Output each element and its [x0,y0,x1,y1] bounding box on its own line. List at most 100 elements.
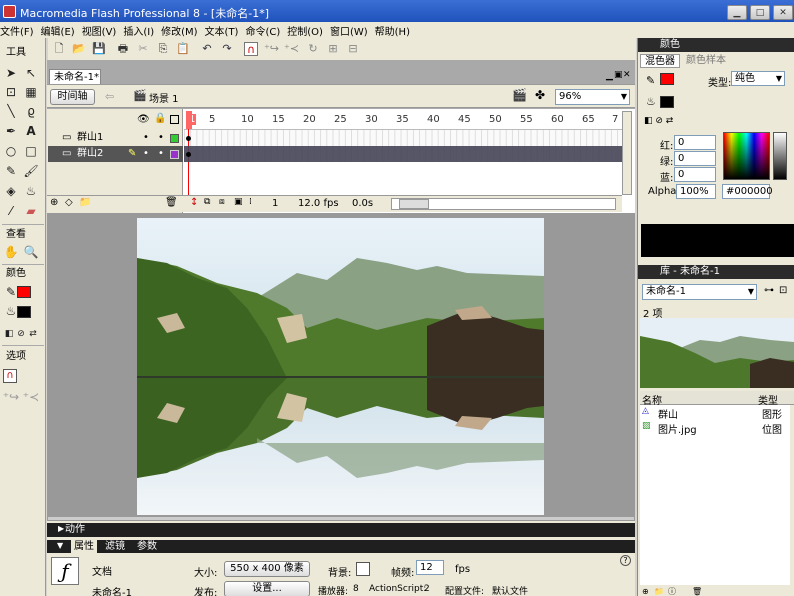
ink-bottle-icon[interactable]: ◈ [2,182,20,200]
lasso-tool-icon[interactable]: ϱ [22,102,40,120]
new-file-icon[interactable]: 🗋 [52,42,66,56]
tab-parameters[interactable]: 参数 [137,540,157,553]
document-tab[interactable]: 未命名-1* [49,69,101,85]
lock-icon[interactable]: 🔒 [154,113,166,124]
green-input[interactable]: 0 [674,151,716,166]
center-frame-icon[interactable]: ↕ [190,197,198,208]
size-button[interactable]: 550 x 400 像素 [224,561,310,577]
menu-edit[interactable]: 编辑(E) [41,23,82,38]
onion-skin-icon[interactable]: ⧉ [204,197,210,207]
menu-commands[interactable]: 命令(C) [245,23,287,38]
menu-window[interactable]: 窗口(W) [330,23,375,38]
brightness-slider[interactable] [773,132,787,180]
pin-library-icon[interactable]: ⊡ [779,285,787,296]
tab-color-mixer[interactable]: 混色器 [640,54,680,68]
edit-multiple-icon[interactable]: ▣ [234,197,243,207]
playhead-marker[interactable] [186,111,192,129]
add-folder-icon[interactable]: 📁 [79,197,91,208]
text-tool-icon[interactable]: A [22,122,40,140]
menu-insert[interactable]: 插入(I) [123,23,161,38]
new-folder-icon[interactable]: 📁 [654,587,664,596]
blue-input[interactable]: 0 [674,167,716,182]
fill-color-swatch[interactable] [17,306,31,318]
print-icon[interactable]: 🖶 [116,42,130,56]
close-button[interactable]: ✕ [773,5,793,20]
layer-row[interactable]: ▭ 群山1 • • [48,130,183,146]
scale-icon[interactable]: ⊞ [326,42,340,56]
back-arrow-icon[interactable]: ⇦ [105,90,114,103]
open-file-icon[interactable]: 📂 [72,42,86,56]
maximize-button[interactable]: □ [750,5,770,20]
menu-text[interactable]: 文本(T) [205,23,246,38]
add-layer-icon[interactable]: ⊕ [50,197,58,208]
library-document-select[interactable]: 未命名-1 ▼ [642,284,757,300]
properties-icon[interactable]: ⓘ [668,587,676,596]
cut-icon[interactable]: ✂ [136,42,150,56]
subselection-tool-icon[interactable]: ↖ [22,64,40,82]
library-item[interactable]: ▨ 图片.jpg 位图 [640,420,790,436]
menu-control[interactable]: 控制(O) [287,23,330,38]
color-spectrum[interactable] [723,132,770,180]
smooth-icon[interactable]: ⁺↪ [2,388,20,406]
color-panel-header[interactable]: 颜色 [638,38,794,52]
pen-tool-icon[interactable]: ✒ [2,122,20,140]
brush-tool-icon[interactable]: 🖌 [22,162,40,180]
paint-bucket-icon[interactable]: ♨ [22,182,40,200]
tab-properties[interactable]: 属性 [71,540,97,553]
onion-markers-icon[interactable]: ⁞ [249,197,252,207]
timeline-toggle-button[interactable]: 时间轴 [50,89,95,105]
doc-close-icon[interactable]: ✕ [623,70,631,80]
paste-icon[interactable]: 📋 [176,42,190,56]
lock-dot[interactable]: • [158,146,164,162]
zoom-tool-icon[interactable]: 🔍 [22,243,40,261]
menu-view[interactable]: 视图(V) [82,23,124,38]
selection-tool-icon[interactable]: ➤ [2,64,20,82]
stroke-color-swatch[interactable] [17,286,31,298]
alpha-input[interactable]: 100% [676,184,716,199]
fill-transform-icon[interactable]: ▦ [22,83,40,101]
eye-icon[interactable]: 👁 [137,114,150,125]
mixer-bw-icon[interactable]: ◧ ⊘ ⇄ [644,116,673,126]
snap-icon[interactable]: ∩ [244,42,258,56]
lock-dot[interactable]: • [158,130,164,146]
redo-icon[interactable]: ↷ [220,42,234,56]
library-item[interactable]: ◬ 群山 图形 [640,405,790,421]
rectangle-tool-icon[interactable]: □ [22,142,40,160]
tab-filters[interactable]: 滤镜 [105,540,125,553]
visible-dot[interactable]: • [143,130,149,146]
mixer-fill-swatch[interactable] [660,96,674,108]
delete-icon[interactable]: 🗑 [692,587,702,596]
line-tool-icon[interactable]: ╲ [2,102,20,120]
doc-restore-icon[interactable]: ▣ [614,70,623,80]
layer-color-swatch[interactable] [170,134,179,143]
menu-file[interactable]: 文件(F) [0,23,41,38]
eraser-icon[interactable]: ▰ [22,202,40,220]
stage-canvas[interactable] [137,218,544,515]
onion-outline-icon[interactable]: ⧈ [219,197,225,207]
undo-icon[interactable]: ↶ [200,42,214,56]
oval-tool-icon[interactable]: ○ [2,142,20,160]
snap-magnet-icon[interactable]: ∩ [3,369,17,383]
doc-minimize-icon[interactable]: ▁ [606,71,613,81]
mixer-stroke-swatch[interactable] [660,73,674,85]
new-symbol-icon[interactable]: ⊕ [642,587,649,596]
tab-color-swatches[interactable]: 颜色样本 [682,54,730,68]
scroll-thumb[interactable] [399,199,429,209]
library-panel-header[interactable]: 库 - 未命名-1 [638,265,794,279]
actions-panel-header[interactable]: 动作 [47,523,635,537]
outline-icon[interactable] [170,115,179,124]
free-transform-icon[interactable]: ⊡ [2,83,20,101]
copy-icon[interactable]: ⎘ [156,42,170,56]
fps-input[interactable]: 12 [416,560,444,575]
edit-scene-icon[interactable]: 🎬 [512,88,527,102]
minimize-button[interactable]: ▁ [727,5,747,20]
menu-help[interactable]: 帮助(H) [375,23,417,38]
scene-label[interactable]: 场景 1 [149,90,179,105]
add-guide-icon[interactable]: ◇ [65,197,73,208]
straighten-icon[interactable]: ⁺≺ [22,388,40,406]
layer-row-selected[interactable]: ▭ 群山2 ✎ • • [48,146,183,162]
red-input[interactable]: 0 [674,135,716,150]
layer-color-swatch[interactable] [170,150,179,159]
settings-button[interactable]: 设置... [224,581,310,596]
straighten-icon[interactable]: ⁺≺ [284,42,299,56]
